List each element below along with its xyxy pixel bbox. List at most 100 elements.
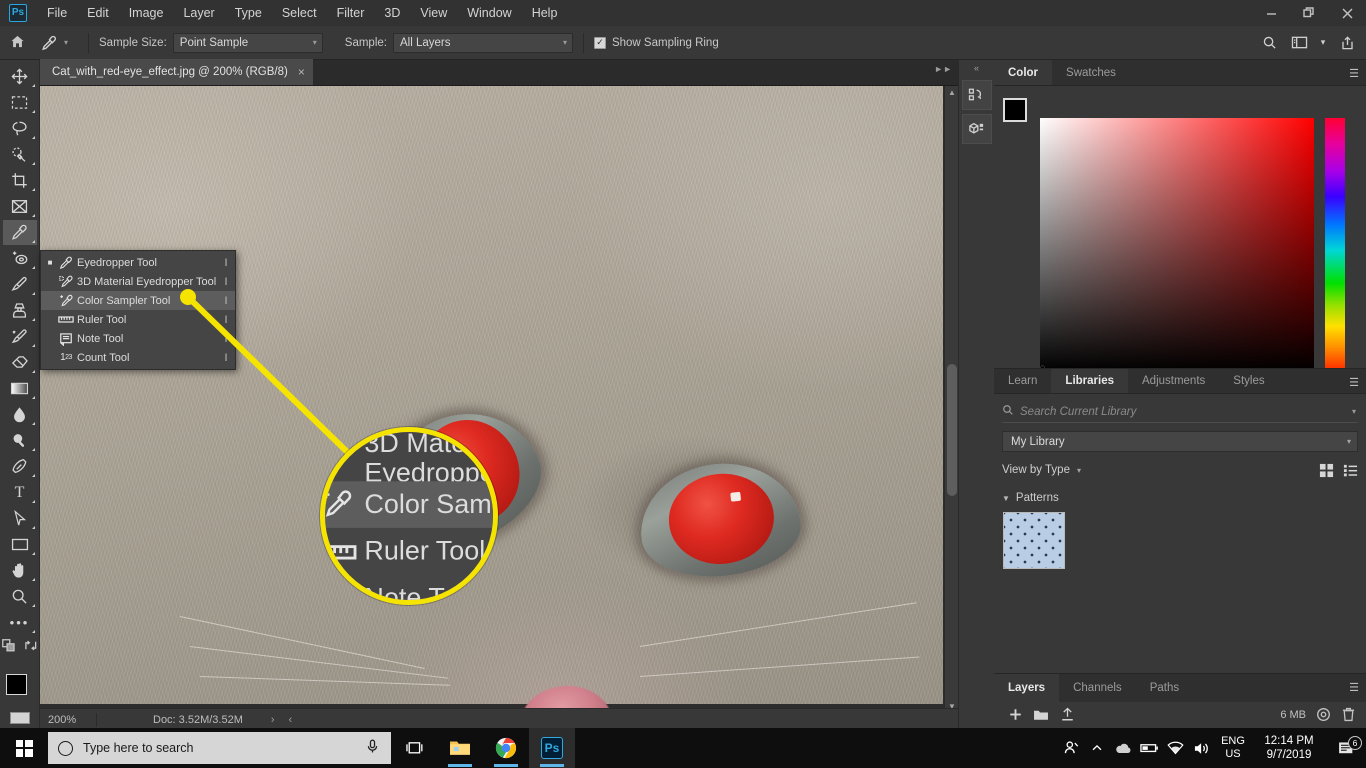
zoom-tool[interactable] bbox=[3, 584, 37, 609]
menu-window[interactable]: Window bbox=[457, 0, 521, 26]
gradient-tool[interactable] bbox=[3, 376, 37, 401]
swap-colors-icon[interactable] bbox=[24, 639, 38, 652]
color-swatches[interactable] bbox=[6, 674, 36, 704]
tab-styles[interactable]: Styles bbox=[1219, 369, 1278, 393]
menu-select[interactable]: Select bbox=[272, 0, 327, 26]
sample-size-select[interactable]: Point Sample ▾ bbox=[172, 32, 323, 53]
flyout-item-3d-material-eyedropper-tool[interactable]: 3D Material Eyedropper Tool I bbox=[41, 272, 235, 291]
grid-view-icon[interactable] bbox=[1319, 463, 1334, 478]
list-view-icon[interactable] bbox=[1343, 463, 1358, 478]
sample-select[interactable]: All Layers ▾ bbox=[392, 32, 573, 53]
clone-stamp-tool[interactable] bbox=[3, 298, 37, 323]
show-hidden-icons[interactable] bbox=[1084, 742, 1110, 754]
eraser-tool[interactable] bbox=[3, 350, 37, 375]
pen-tool[interactable] bbox=[3, 454, 37, 479]
quick-selection-tool[interactable] bbox=[3, 142, 37, 167]
file-explorer-button[interactable] bbox=[437, 728, 483, 768]
crop-tool[interactable] bbox=[3, 168, 37, 193]
status-expand-icon[interactable]: › bbox=[271, 714, 275, 726]
dodge-tool[interactable] bbox=[3, 428, 37, 453]
hand-tool[interactable] bbox=[3, 558, 37, 583]
patterns-section-header[interactable]: ▼ Patterns bbox=[1002, 492, 1366, 504]
foreground-color-swatch[interactable] bbox=[6, 674, 27, 695]
hue-slider[interactable] bbox=[1325, 118, 1345, 372]
add-icon[interactable] bbox=[1002, 707, 1028, 722]
share-icon[interactable] bbox=[1334, 31, 1360, 55]
people-icon[interactable] bbox=[1058, 740, 1084, 756]
default-colors-icon[interactable] bbox=[1, 639, 16, 652]
canvas-area[interactable]: ▲ ▼ ◀ ▶ bbox=[40, 86, 958, 728]
menu-help[interactable]: Help bbox=[522, 0, 568, 26]
move-tool[interactable] bbox=[3, 64, 37, 89]
restore-button[interactable] bbox=[1290, 0, 1328, 26]
action-center-button[interactable]: 6 bbox=[1326, 735, 1366, 757]
library-select[interactable]: My Library ▾ bbox=[1002, 431, 1358, 452]
collapse-tabs-icon[interactable]: ►► bbox=[934, 64, 952, 74]
library-search-row[interactable]: ▾ bbox=[1002, 401, 1358, 423]
menu-3d[interactable]: 3D bbox=[374, 0, 410, 26]
start-button[interactable] bbox=[0, 728, 48, 768]
rectangle-tool[interactable] bbox=[3, 532, 37, 557]
view-by-row[interactable]: View by Type ▾ bbox=[1002, 460, 1358, 480]
document-tab[interactable]: Cat_with_red-eye_effect.jpg @ 200% (RGB/… bbox=[40, 59, 313, 85]
tab-layers[interactable]: Layers bbox=[994, 674, 1060, 702]
microphone-icon[interactable] bbox=[366, 739, 379, 757]
tab-color[interactable]: Color bbox=[994, 60, 1053, 85]
menu-edit[interactable]: Edit bbox=[77, 0, 119, 26]
vertical-scroll-thumb[interactable] bbox=[947, 364, 957, 496]
tab-channels[interactable]: Channels bbox=[1059, 674, 1136, 702]
wifi-icon[interactable] bbox=[1162, 741, 1188, 755]
task-view-button[interactable] bbox=[391, 728, 437, 768]
menu-filter[interactable]: Filter bbox=[327, 0, 375, 26]
close-icon[interactable]: × bbox=[298, 65, 305, 79]
canvas-vertical-scrollbar[interactable]: ▲ ▼ bbox=[944, 86, 958, 714]
panel-menu-icon[interactable]: ☰ bbox=[1349, 681, 1359, 694]
panel-menu-icon[interactable]: ☰ bbox=[1349, 376, 1359, 389]
cloud-sync-icon[interactable] bbox=[1315, 707, 1333, 722]
flyout-item-count-tool[interactable]: 123 Count Tool I bbox=[41, 348, 235, 367]
blur-tool[interactable] bbox=[3, 402, 37, 427]
tab-learn[interactable]: Learn bbox=[994, 369, 1051, 393]
menu-view[interactable]: View bbox=[410, 0, 457, 26]
menu-type[interactable]: Type bbox=[225, 0, 272, 26]
tab-adjustments[interactable]: Adjustments bbox=[1128, 369, 1219, 393]
google-chrome-button[interactable] bbox=[483, 728, 529, 768]
history-brush-tool[interactable] bbox=[3, 324, 37, 349]
panel-menu-icon[interactable]: ☰ bbox=[1349, 67, 1359, 80]
eyedropper-tool-flyout-menu[interactable]: ■ Eyedropper Tool I 3D Material Eyedropp… bbox=[40, 250, 236, 370]
upload-icon[interactable] bbox=[1054, 707, 1080, 722]
search-icon[interactable] bbox=[1256, 31, 1282, 55]
tool-preset-chevron-down-icon[interactable]: ▾ bbox=[64, 38, 68, 47]
current-tool-eyedropper-icon[interactable] bbox=[34, 32, 64, 54]
eyedropper-tool[interactable] bbox=[2, 220, 37, 245]
close-button[interactable] bbox=[1328, 0, 1366, 26]
flyout-item-eyedropper-tool[interactable]: ■ Eyedropper Tool I bbox=[41, 253, 235, 272]
tab-paths[interactable]: Paths bbox=[1136, 674, 1193, 702]
menu-layer[interactable]: Layer bbox=[173, 0, 224, 26]
chevron-down-icon[interactable]: ▾ bbox=[1352, 407, 1356, 416]
minimize-button[interactable] bbox=[1252, 0, 1290, 26]
edit-toolbar-button[interactable]: ••• bbox=[3, 610, 37, 635]
home-icon[interactable] bbox=[0, 34, 34, 52]
show-sampling-ring-checkbox[interactable]: ✓ Show Sampling Ring bbox=[593, 36, 719, 49]
trash-icon[interactable] bbox=[1342, 707, 1358, 722]
scroll-up-icon[interactable]: ▲ bbox=[945, 86, 958, 100]
3d-panel-icon[interactable] bbox=[961, 114, 992, 144]
type-tool[interactable]: T bbox=[3, 480, 37, 505]
search-input[interactable] bbox=[1020, 405, 1290, 418]
language-indicator[interactable]: ENG US bbox=[1214, 735, 1252, 761]
tab-swatches[interactable]: Swatches bbox=[1052, 60, 1130, 85]
menu-file[interactable]: File bbox=[37, 0, 77, 26]
flyout-item-ruler-tool[interactable]: Ruler Tool I bbox=[41, 310, 235, 329]
brush-tool[interactable] bbox=[3, 272, 37, 297]
taskbar-search[interactable]: Type here to search bbox=[48, 732, 391, 764]
clock[interactable]: 12:14 PM 9/7/2019 bbox=[1252, 734, 1326, 762]
onedrive-icon[interactable] bbox=[1110, 742, 1136, 755]
lasso-tool[interactable] bbox=[3, 116, 37, 141]
marquee-tool[interactable] bbox=[3, 90, 37, 115]
workspace-icon[interactable] bbox=[1286, 31, 1312, 55]
quick-mask-icon[interactable] bbox=[10, 712, 30, 724]
battery-icon[interactable] bbox=[1136, 742, 1162, 754]
spot-healing-brush-tool[interactable] bbox=[3, 246, 37, 271]
chevron-down-icon[interactable]: ▾ bbox=[1316, 31, 1330, 55]
